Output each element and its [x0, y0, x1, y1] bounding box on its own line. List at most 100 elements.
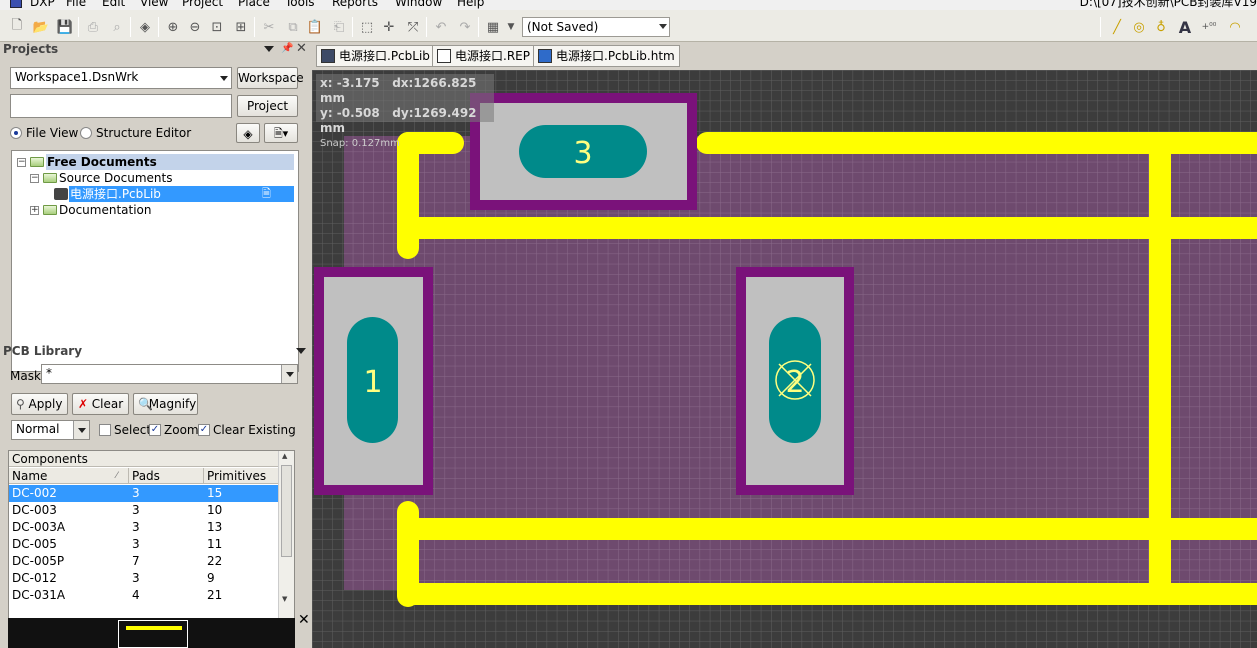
- set-origin-icon[interactable]: +⁰⁰: [1200, 18, 1218, 36]
- pad-3[interactable]: 3: [470, 93, 697, 210]
- paste-icon[interactable]: 📋: [306, 18, 324, 36]
- chevron-down-icon: [220, 76, 228, 81]
- pcb-drawing[interactable]: 3 1 2: [312, 70, 1257, 648]
- scroll-up-icon[interactable]: ▲: [282, 452, 287, 460]
- table-row[interactable]: DC-002 3 15: [9, 485, 279, 502]
- project-button[interactable]: Project: [237, 95, 298, 117]
- menu-edit[interactable]: Edit: [102, 0, 125, 9]
- collapse-icon[interactable]: −: [30, 174, 39, 183]
- project-options-button[interactable]: 🗎▾: [264, 123, 298, 143]
- print-preview-icon[interactable]: ⌕: [108, 18, 126, 36]
- place-line-icon[interactable]: ╱: [1108, 18, 1126, 36]
- apply-button[interactable]: ⚲ Apply: [11, 393, 68, 415]
- place-via-icon[interactable]: ♁: [1152, 18, 1170, 36]
- menu-tools[interactable]: Tools: [285, 0, 315, 9]
- clear-existing-checkbox[interactable]: ✓: [198, 424, 210, 436]
- open-folder-icon[interactable]: 📂: [32, 18, 50, 36]
- tab-htm[interactable]: 电源接口.PcbLib.htm: [533, 45, 680, 67]
- menu-window[interactable]: Window: [395, 0, 442, 9]
- column-header-primitives[interactable]: Primitives: [204, 468, 266, 484]
- mini-viewer[interactable]: [8, 618, 295, 648]
- dxp-logo-icon[interactable]: [10, 0, 22, 8]
- layers-icon[interactable]: ◈: [136, 18, 154, 36]
- place-arc-icon[interactable]: ◠: [1226, 18, 1244, 36]
- magnify-button-label: Magnify: [148, 397, 197, 411]
- tab-pcblib[interactable]: 电源接口.PcbLib: [316, 45, 435, 67]
- tree-item-pcblib-file[interactable]: 电源接口.PcbLib 🗎: [12, 186, 298, 202]
- menu-help[interactable]: Help: [457, 0, 484, 9]
- select-area-icon[interactable]: ⬚: [358, 18, 376, 36]
- menu-view[interactable]: View: [140, 0, 168, 9]
- table-row[interactable]: DC-031A 4 21: [9, 587, 279, 604]
- save-icon[interactable]: 💾: [56, 18, 74, 36]
- mini-viewer-viewport[interactable]: [118, 620, 188, 648]
- cell-pads: 3: [132, 486, 140, 500]
- clear-button[interactable]: ✗ Clear: [72, 393, 129, 415]
- toolbar-separator: [426, 17, 427, 37]
- mask-dropdown-button[interactable]: [281, 365, 297, 383]
- print-icon[interactable]: ⎙: [84, 18, 102, 36]
- select-checkbox[interactable]: [99, 424, 111, 436]
- table-row[interactable]: DC-012 3 9: [9, 570, 279, 587]
- variant-combo[interactable]: (Not Saved): [522, 17, 670, 37]
- magnify-button[interactable]: 🔍 Magnify: [133, 393, 198, 415]
- undo-icon[interactable]: ↶: [432, 18, 450, 36]
- cell-primitives: 10: [207, 503, 223, 517]
- copy-icon[interactable]: ⧉: [284, 18, 302, 36]
- deselect-icon[interactable]: ⤱: [404, 18, 422, 36]
- pad-1[interactable]: 1: [314, 267, 433, 495]
- move-icon[interactable]: ✛: [380, 18, 398, 36]
- column-header-name[interactable]: Name: [9, 468, 129, 484]
- tree-label-documentation: Documentation: [59, 203, 152, 217]
- grid-icon[interactable]: ▦: [484, 18, 502, 36]
- panel-menu-icon[interactable]: [264, 46, 274, 52]
- tab-rep[interactable]: 电源接口.REP: [432, 45, 535, 67]
- place-pad-icon[interactable]: ◎: [1130, 18, 1148, 36]
- close-icon[interactable]: ✕: [296, 42, 307, 55]
- menu-reports[interactable]: Reports: [332, 0, 378, 9]
- zoom-area-icon[interactable]: ⊞: [232, 18, 250, 36]
- mode-dropdown-button[interactable]: [73, 421, 89, 439]
- collapse-icon[interactable]: −: [17, 158, 26, 167]
- project-layers-button[interactable]: ◈: [236, 123, 260, 143]
- table-row[interactable]: DC-005P 7 22: [9, 553, 279, 570]
- mask-input[interactable]: *: [41, 364, 298, 384]
- zoom-out-icon[interactable]: ⊖: [186, 18, 204, 36]
- zoom-label: Zoom: [164, 423, 199, 437]
- column-header-pads[interactable]: Pads: [129, 468, 204, 484]
- scroll-down-icon[interactable]: ▼: [282, 595, 287, 603]
- rubber-stamp-icon[interactable]: ⎗: [330, 18, 348, 36]
- scrollbar-thumb[interactable]: [281, 465, 292, 557]
- menu-place[interactable]: Place: [238, 0, 270, 9]
- structure-editor-radio[interactable]: [80, 127, 92, 139]
- pin-icon[interactable]: 📌: [281, 42, 293, 55]
- filter-icon: ⚲: [16, 397, 25, 411]
- close-icon[interactable]: ✕: [298, 612, 310, 628]
- tree-item-source-documents[interactable]: − Source Documents: [12, 170, 298, 186]
- workspace-button[interactable]: Workspace: [237, 67, 304, 89]
- file-view-radio[interactable]: [10, 127, 22, 139]
- zoom-checkbox[interactable]: ✓: [149, 424, 161, 436]
- tree-item-documentation[interactable]: + Documentation: [12, 202, 298, 218]
- redo-icon[interactable]: ↷: [456, 18, 474, 36]
- menu-file[interactable]: File: [66, 0, 86, 9]
- new-document-icon[interactable]: 🗋: [8, 18, 26, 36]
- project-input[interactable]: [10, 94, 232, 118]
- zoom-fit-icon[interactable]: ⊡: [208, 18, 226, 36]
- grid-dropdown-icon[interactable]: ▼: [502, 18, 520, 36]
- table-row[interactable]: DC-003 3 10: [9, 502, 279, 519]
- table-row[interactable]: DC-005 3 11: [9, 536, 279, 553]
- expand-icon[interactable]: +: [30, 206, 39, 215]
- pad-2[interactable]: 2: [736, 267, 854, 495]
- workspace-combo[interactable]: Workspace1.DsnWrk: [10, 67, 232, 89]
- tree-item-free-documents[interactable]: − Free Documents: [12, 154, 298, 170]
- mode-combo[interactable]: Normal: [11, 420, 90, 440]
- zoom-in-icon[interactable]: ⊕: [164, 18, 182, 36]
- menu-project[interactable]: Project: [182, 0, 223, 9]
- place-string-icon[interactable]: A: [1176, 18, 1194, 37]
- table-row[interactable]: DC-003A 3 13: [9, 519, 279, 536]
- cut-icon[interactable]: ✂: [260, 18, 278, 36]
- menu-dxp[interactable]: DXP: [30, 0, 55, 9]
- panel-menu-icon[interactable]: [296, 348, 306, 354]
- pcb-editor-canvas[interactable]: 3 1 2: [312, 70, 1257, 648]
